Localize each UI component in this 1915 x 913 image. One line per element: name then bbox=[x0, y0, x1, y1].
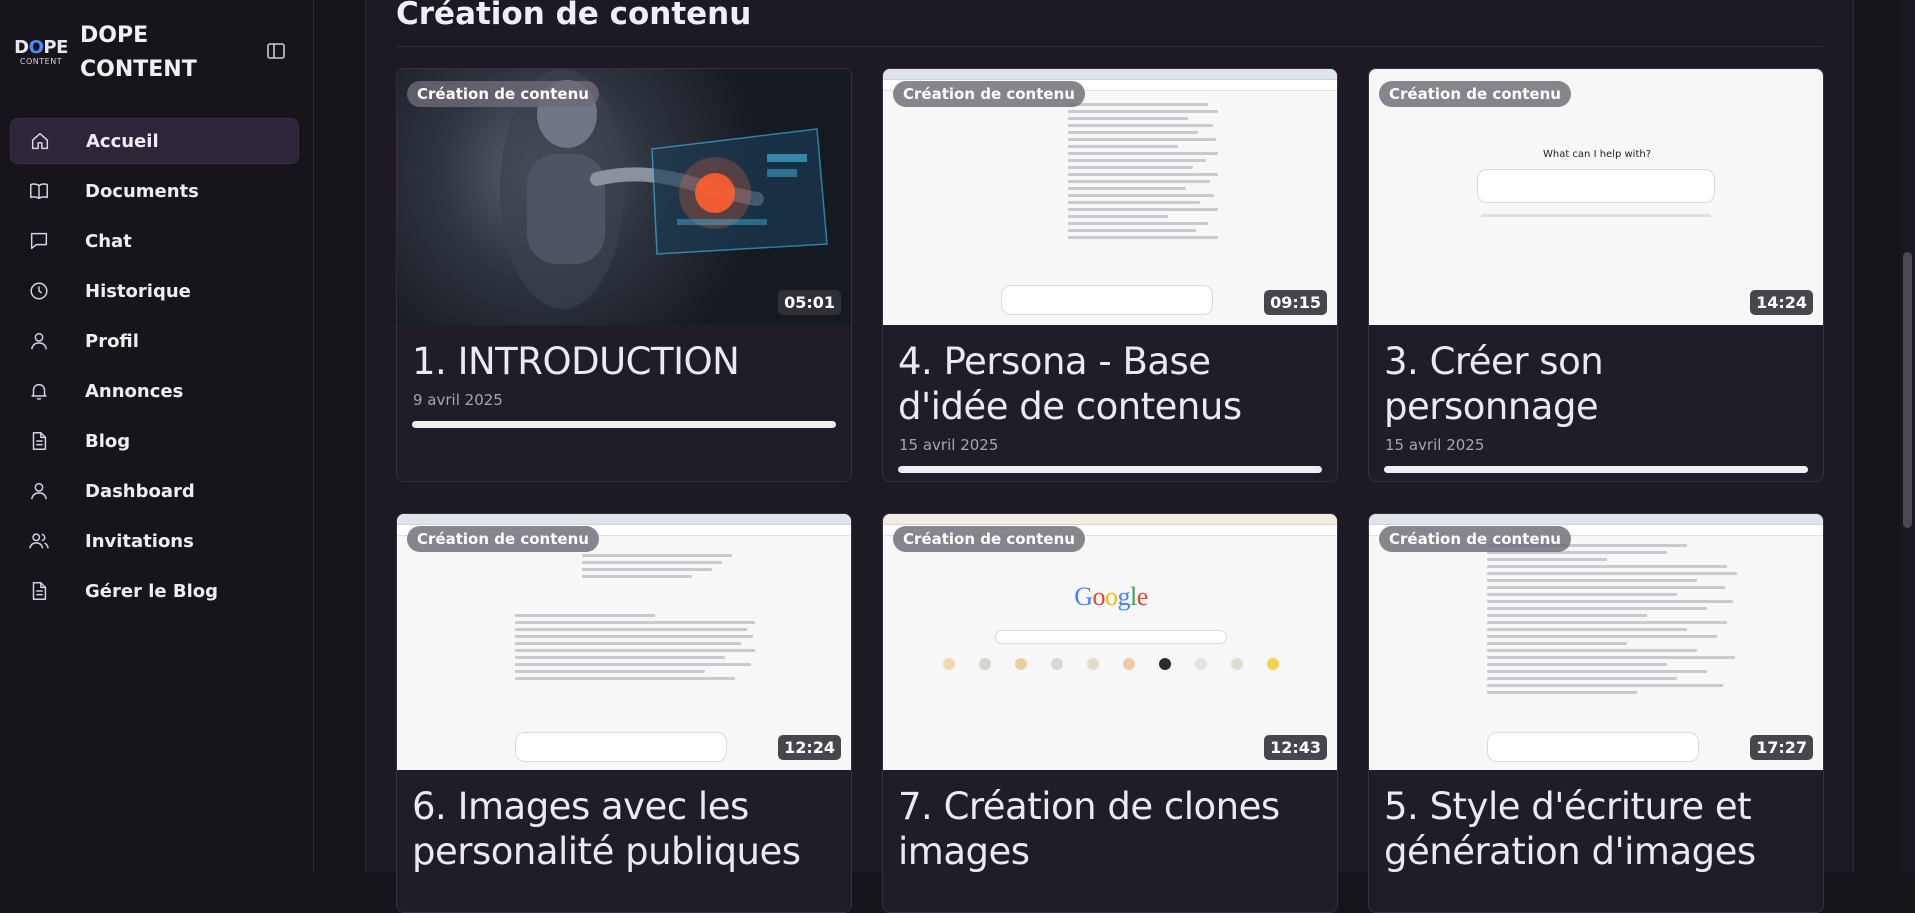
logo-mark: DOPE bbox=[14, 37, 68, 58]
card-title: 7. Création de clones images bbox=[898, 785, 1280, 873]
browser-tabbar bbox=[883, 514, 1337, 525]
video-card[interactable]: Création de contenu 05:01 1. INTRODUCTIO… bbox=[396, 68, 852, 482]
sidebar-item-accueil[interactable]: Accueil bbox=[10, 118, 299, 164]
card-title: 6. Images avec les personalité publiques bbox=[412, 785, 801, 873]
sidebar-item-chat[interactable]: Chat bbox=[10, 218, 299, 264]
video-thumbnail: What can I help with? Création de conten… bbox=[1369, 69, 1823, 325]
user-icon bbox=[30, 332, 48, 350]
card-date: 15 avril 2025 bbox=[1385, 436, 1485, 454]
book-icon bbox=[30, 183, 48, 200]
sidebar-item-documents[interactable]: Documents bbox=[10, 168, 299, 214]
progress-bar bbox=[412, 421, 836, 428]
sidebar-item-annonces[interactable]: Annonces bbox=[10, 368, 299, 414]
chat-input-preview bbox=[1487, 732, 1699, 762]
robot-illustration bbox=[500, 69, 828, 309]
chat-input-preview bbox=[1001, 285, 1213, 315]
sidebar-item-invitations[interactable]: Invitations bbox=[10, 518, 299, 564]
sidebar-nav: Accueil Documents Chat Historique Profil… bbox=[10, 118, 299, 618]
video-thumbnail: Création de contenu 05:01 bbox=[397, 69, 851, 325]
sidebar-item-label: Profil bbox=[85, 330, 139, 352]
card-title: 1. INTRODUCTION bbox=[412, 340, 740, 383]
google-search-preview bbox=[995, 630, 1227, 644]
category-badge: Création de contenu bbox=[1379, 81, 1571, 107]
user-icon bbox=[30, 482, 48, 500]
chat-icon bbox=[30, 232, 48, 250]
video-duration: 17:27 bbox=[1750, 735, 1813, 760]
sidebar-item-blog[interactable]: Blog bbox=[10, 418, 299, 464]
chat-input-preview bbox=[515, 732, 727, 762]
page-scrollbar-thumb[interactable] bbox=[1903, 252, 1912, 528]
sidebar-item-gerer-le-blog[interactable]: Gérer le Blog bbox=[10, 568, 299, 614]
video-card[interactable]: Création de contenu 12:24 6. Images avec… bbox=[396, 513, 852, 913]
video-thumbnail: Création de contenu 17:27 bbox=[1369, 514, 1823, 770]
video-thumbnail: Google Création de contenu 12:43 bbox=[883, 514, 1337, 770]
sidebar-item-dashboard[interactable]: Dashboard bbox=[10, 468, 299, 514]
sidebar-toggle-icon[interactable] bbox=[266, 41, 286, 61]
browser-tabbar bbox=[883, 69, 1337, 80]
sidebar-item-label: Blog bbox=[85, 430, 131, 452]
browser-tabbar bbox=[1369, 514, 1823, 525]
video-card[interactable]: Création de contenu 17:27 5. Style d'écr… bbox=[1368, 513, 1824, 913]
chatgpt-prompt: What can I help with? bbox=[1542, 149, 1652, 160]
document-icon bbox=[32, 432, 47, 450]
chat-bubble-lines bbox=[582, 554, 732, 582]
video-duration: 09:15 bbox=[1264, 290, 1327, 315]
video-card[interactable]: What can I help with? Création de conten… bbox=[1368, 68, 1824, 482]
bell-icon bbox=[31, 383, 47, 400]
sidebar-item-label: Annonces bbox=[85, 380, 184, 402]
video-thumbnail: Création de contenu 09:15 bbox=[883, 69, 1337, 325]
sidebar-item-label: Gérer le Blog bbox=[85, 580, 218, 602]
category-badge: Création de contenu bbox=[407, 81, 599, 107]
sidebar-item-profil[interactable]: Profil bbox=[10, 318, 299, 364]
card-title: 4. Persona - Base d'idée de contenus bbox=[898, 340, 1242, 428]
card-date: 15 avril 2025 bbox=[899, 436, 999, 454]
category-badge: Création de contenu bbox=[893, 526, 1085, 552]
suggestion-chips bbox=[1481, 214, 1711, 221]
home-icon bbox=[31, 132, 49, 150]
chat-text-lines bbox=[1068, 103, 1218, 243]
progress-bar bbox=[898, 466, 1322, 473]
video-duration: 05:01 bbox=[778, 290, 841, 315]
video-duration: 14:24 bbox=[1750, 290, 1813, 315]
dope-content-logo: DOPE CONTENT bbox=[14, 31, 68, 75]
logo-sub: CONTENT bbox=[19, 57, 63, 66]
users-icon bbox=[29, 533, 49, 549]
card-title: 5. Style d'écriture et génération d'imag… bbox=[1384, 785, 1756, 873]
chat-input-preview bbox=[1477, 169, 1715, 203]
section-divider bbox=[396, 46, 1822, 47]
video-duration: 12:24 bbox=[778, 735, 841, 760]
sidebar: DOPE CONTENT DOPE CONTENT Accueil Docume… bbox=[0, 0, 314, 872]
sidebar-item-label: Documents bbox=[85, 180, 199, 202]
brand[interactable]: DOPE CONTENT DOPE CONTENT bbox=[14, 18, 230, 88]
chat-text-lines bbox=[515, 614, 755, 684]
card-title: 3. Créer son personnage bbox=[1384, 340, 1604, 428]
video-thumbnail: Création de contenu 12:24 bbox=[397, 514, 851, 770]
video-card[interactable]: Google Création de contenu 12:43 7. Créa… bbox=[882, 513, 1338, 913]
browser-tabbar bbox=[397, 514, 851, 525]
sidebar-item-label: Chat bbox=[85, 230, 132, 252]
video-duration: 12:43 bbox=[1264, 735, 1327, 760]
sidebar-item-label: Accueil bbox=[86, 130, 159, 152]
video-card[interactable]: Création de contenu 09:15 4. Persona - B… bbox=[882, 68, 1338, 482]
google-logo: Google bbox=[1074, 582, 1148, 611]
card-date: 9 avril 2025 bbox=[413, 391, 503, 409]
brand-name: DOPE CONTENT bbox=[80, 23, 197, 82]
sidebar-item-historique[interactable]: Historique bbox=[10, 268, 299, 314]
document-icon bbox=[32, 582, 47, 600]
progress-bar bbox=[1384, 466, 1808, 473]
sidebar-item-label: Dashboard bbox=[85, 480, 195, 502]
shortcut-tiles bbox=[943, 658, 1279, 670]
chat-text-lines bbox=[1487, 544, 1737, 698]
sidebar-item-label: Historique bbox=[85, 280, 191, 302]
sidebar-item-label: Invitations bbox=[85, 530, 194, 552]
section-title: Création de contenu bbox=[396, 0, 752, 32]
category-badge: Création de contenu bbox=[407, 526, 599, 552]
category-badge: Création de contenu bbox=[893, 81, 1085, 107]
category-badge: Création de contenu bbox=[1379, 526, 1571, 552]
clock-icon bbox=[30, 282, 48, 300]
